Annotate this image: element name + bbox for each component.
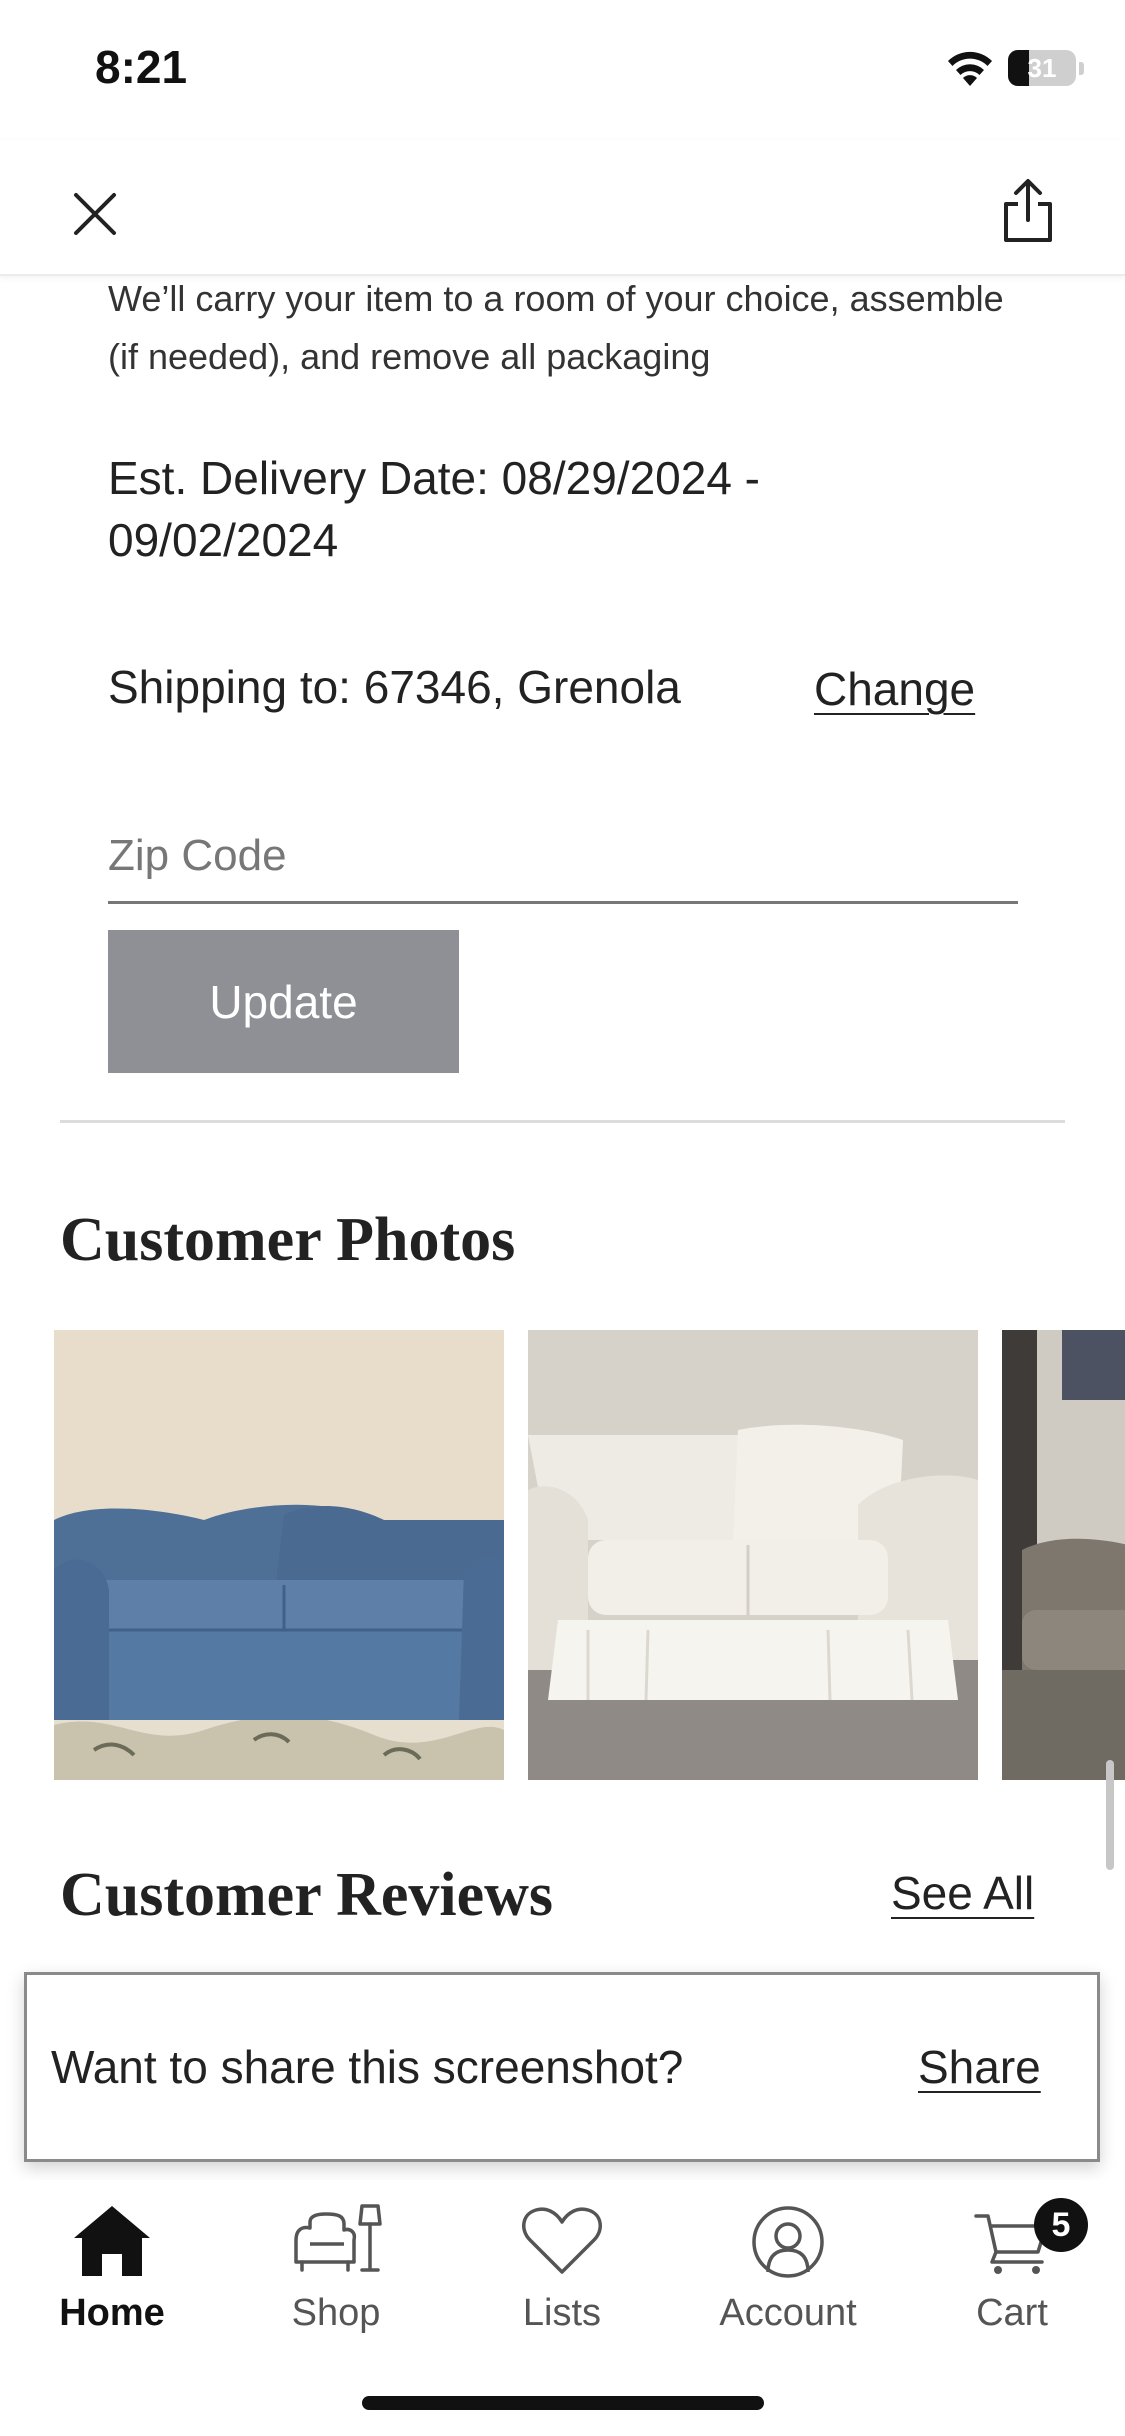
status-bar: 8:21 31 — [0, 0, 1125, 140]
wifi-icon — [948, 51, 992, 86]
customer-reviews-title: Customer Reviews — [60, 1861, 554, 1929]
zip-code-input[interactable] — [108, 810, 1018, 904]
battery-nub — [1079, 62, 1084, 75]
share-screenshot-link[interactable]: Share — [918, 2040, 1041, 2094]
tab-shop-label: Shop — [291, 2292, 381, 2334]
share-screenshot-banner: Want to share this screenshot? Share — [24, 1972, 1100, 2162]
battery-level: 31 — [1027, 52, 1057, 83]
update-button[interactable]: Update — [108, 930, 459, 1073]
customer-photo-white-sofa[interactable] — [528, 1330, 978, 1780]
home-icon — [74, 2206, 150, 2276]
customer-photo-grey-sofa[interactable] — [1002, 1330, 1125, 1780]
shipping-to-label: Shipping to: 67346, Grenola — [108, 661, 681, 713]
change-zip-link[interactable]: Change — [814, 662, 975, 716]
estimated-delivery-date: Est. Delivery Date: 08/29/2024 - 09/02/2… — [108, 452, 760, 566]
share-banner-text: Want to share this screenshot? — [51, 2041, 684, 2093]
scroll-indicator[interactable] — [1106, 1760, 1114, 1870]
account-icon — [752, 2206, 824, 2278]
heart-icon — [522, 2207, 602, 2274]
see-all-reviews-link[interactable]: See All — [891, 1866, 1034, 1920]
tab-shop[interactable]: Shop — [236, 2180, 436, 2360]
top-bar — [0, 140, 1125, 276]
status-time: 8:21 — [95, 41, 188, 93]
tab-account-label: Account — [719, 2292, 857, 2334]
delivery-description: We’ll carry your item to a room of your … — [108, 278, 1004, 377]
tab-lists-label: Lists — [522, 2292, 602, 2334]
home-indicator — [362, 2396, 764, 2410]
bottom-tab-bar: Home Shop Lists Account 5 Cart — [0, 2180, 1125, 2380]
tab-home[interactable]: Home — [12, 2180, 212, 2360]
tab-home-label: Home — [59, 2292, 165, 2334]
cart-count-badge: 5 — [1034, 2198, 1088, 2252]
section-divider — [60, 1120, 1065, 1123]
customer-photo-blue-sofa[interactable] — [54, 1330, 504, 1780]
tab-account[interactable]: Account — [688, 2180, 888, 2360]
customer-photos-title: Customer Photos — [60, 1206, 516, 1274]
close-icon[interactable] — [64, 183, 126, 245]
customer-photos-carousel[interactable] — [54, 1330, 1125, 1780]
battery-icon: 31 — [1008, 50, 1076, 86]
tab-lists[interactable]: Lists — [462, 2180, 662, 2360]
share-icon[interactable] — [998, 176, 1058, 246]
tab-cart[interactable]: 5 Cart — [912, 2180, 1112, 2360]
sofa-lamp-icon — [294, 2204, 382, 2272]
tab-cart-label: Cart — [976, 2292, 1048, 2334]
